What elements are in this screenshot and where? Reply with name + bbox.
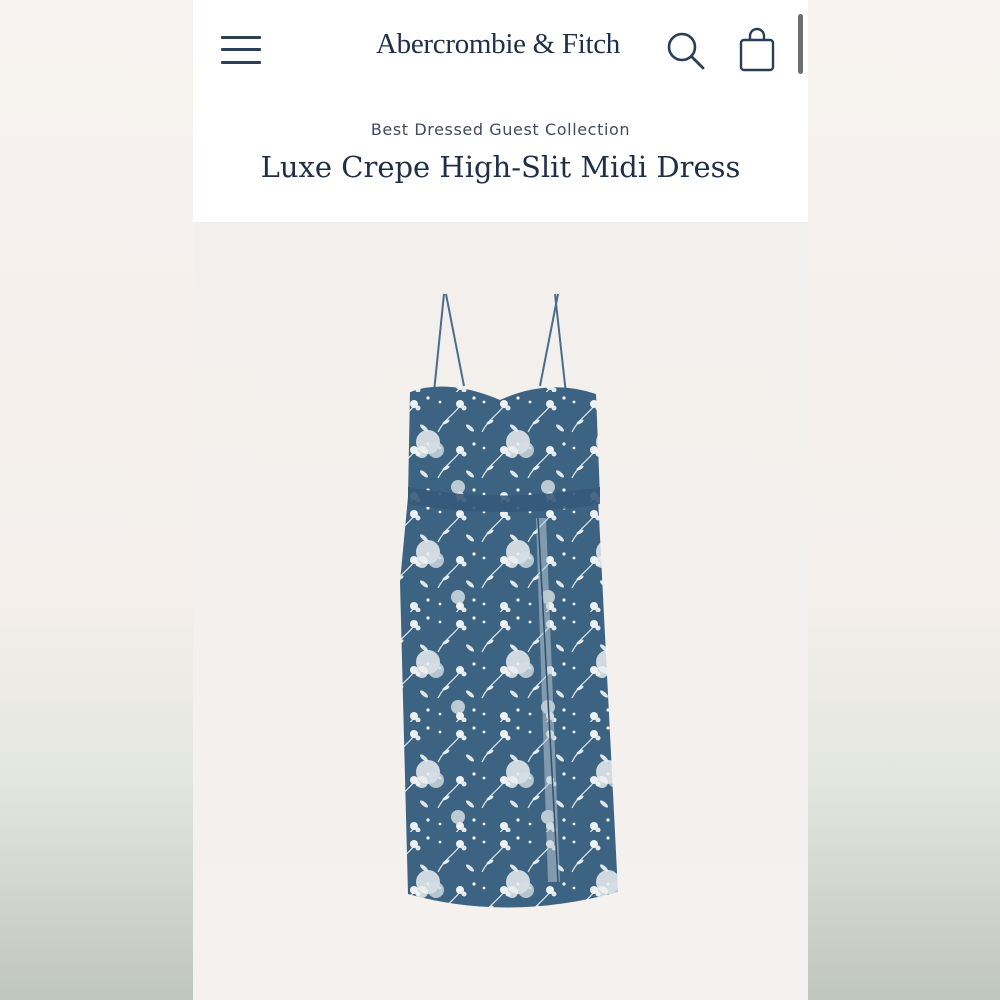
collection-label[interactable]: Best Dressed Guest Collection [193,120,808,139]
brand-logo[interactable]: Abercrombie & Fitch [363,28,633,61]
floral-midi-dress-image [400,293,618,908]
product-title: Luxe Crepe High-Slit Midi Dress [260,150,741,184]
site-header: Abercrombie & Fitch Best Dressed Guest C… [193,0,808,222]
search-icon[interactable] [663,28,707,72]
phone-screen: Abercrombie & Fitch Best Dressed Guest C… [193,0,808,1000]
background-right [808,0,1000,1000]
scrollbar[interactable] [798,14,803,74]
hamburger-menu-icon[interactable] [219,34,263,68]
shopping-bag-icon[interactable] [737,26,777,74]
product-image-area[interactable] [193,222,808,1000]
background-left [0,0,193,1000]
